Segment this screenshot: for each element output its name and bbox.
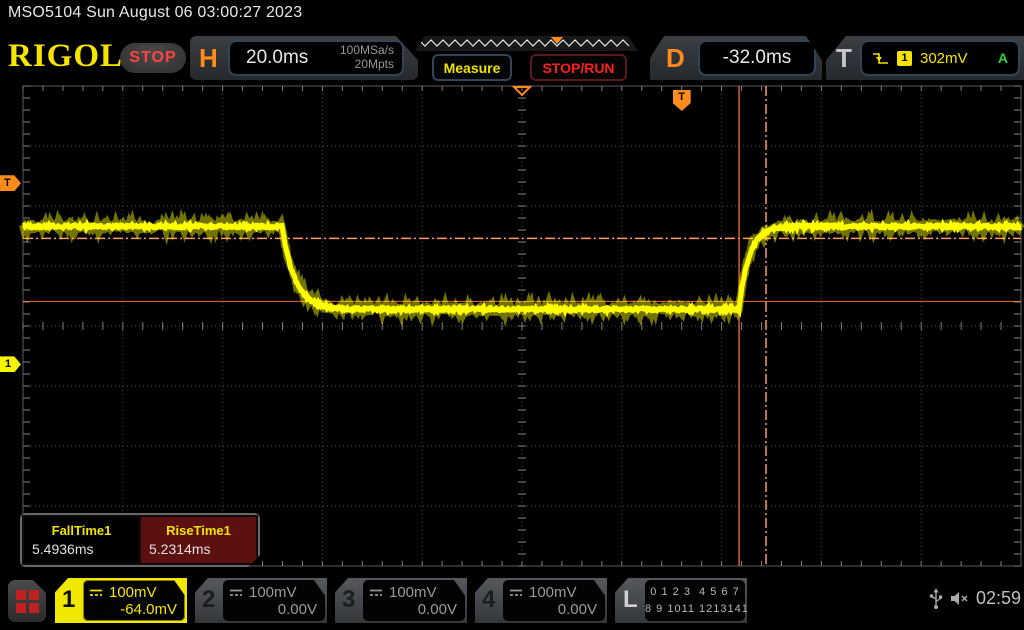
- channel-number: 2: [202, 586, 216, 613]
- delay-value: -32.0ms: [698, 40, 816, 76]
- channel-tab-4[interactable]: 4 100mV 0.00V: [475, 578, 607, 623]
- channel-offset: 0.00V: [277, 601, 317, 618]
- channel-menu-button[interactable]: [8, 580, 46, 622]
- menu-grid-icon: [16, 590, 39, 613]
- channel-scale: 100mV: [389, 584, 437, 601]
- speaker-muted-icon: [951, 592, 968, 605]
- horizontal-settings-button[interactable]: H 20.0ms 100MSa/s 20Mpts: [190, 36, 418, 80]
- acquisition-rates: 100MSa/s 20Mpts: [340, 44, 394, 72]
- logic-channel-list: 0 1 2 3 4 5 6 7 8 9 1011 12131415: [645, 580, 756, 621]
- usb-icon: [929, 588, 943, 609]
- channel-scale: 100mV: [529, 584, 577, 601]
- memory-position-bar[interactable]: [415, 36, 638, 51]
- falling-edge-icon: [873, 52, 888, 64]
- logic-label: L: [623, 586, 638, 613]
- memory-depth: 20Mpts: [354, 57, 394, 71]
- measurement-name: RiseTime1: [166, 523, 231, 538]
- memory-waveform-preview: [415, 36, 638, 51]
- channel-offset: 0.00V: [557, 601, 597, 618]
- measurement-falltime[interactable]: FallTime1 5.4936ms: [24, 517, 139, 563]
- channel-scale: 100mV: [249, 584, 297, 601]
- measurement-value: 5.4936ms: [32, 541, 94, 557]
- dc-coupling-icon: [229, 588, 244, 598]
- timebase-value: 20.0ms: [246, 47, 309, 68]
- dc-coupling-icon: [509, 588, 524, 598]
- trigger-label: T: [836, 43, 852, 73]
- clock: 02:59: [976, 588, 1022, 608]
- delay-label: D: [666, 43, 685, 73]
- waveform-display: [19, 85, 1024, 567]
- trigger-settings-button[interactable]: T 1 302mV A: [826, 36, 1024, 80]
- channel-number: 4: [482, 586, 496, 613]
- run-state-badge: STOP: [120, 43, 186, 73]
- delay-settings-button[interactable]: D -32.0ms: [650, 36, 822, 80]
- rigol-logo: RIGOL: [8, 38, 124, 74]
- measurement-results-box: FallTime1 5.4936ms RiseTime1 5.2314ms: [20, 513, 260, 567]
- channel-tab-1[interactable]: 1 100mV -64.0mV: [55, 578, 187, 623]
- dc-coupling-icon: [369, 588, 384, 598]
- trigger-level-value: 302mV: [920, 49, 968, 67]
- measurement-risetime[interactable]: RiseTime1 5.2314ms: [141, 517, 256, 563]
- channel-offset: -64.0mV: [120, 601, 177, 618]
- logic-row1: 0 1 2 3 4 5 6 7: [650, 586, 740, 598]
- channel-offset: 0.00V: [417, 601, 457, 618]
- dc-coupling-icon: [89, 588, 104, 598]
- channel-number: 1: [62, 586, 76, 613]
- channel-number: 3: [342, 586, 356, 613]
- logic-row2: 8 9 1011 12131415: [645, 602, 756, 615]
- channel-tab-2[interactable]: 2 100mV 0.00V: [195, 578, 327, 623]
- sample-rate: 100MSa/s: [339, 43, 394, 58]
- channel-scale: 100mV: [109, 584, 157, 601]
- stop-run-button[interactable]: STOP/RUN: [530, 54, 627, 81]
- measure-button[interactable]: Measure: [432, 54, 512, 81]
- horizontal-label: H: [199, 43, 218, 73]
- trigger-value-box: 1 302mV A: [860, 40, 1020, 76]
- measurement-name: FallTime1: [51, 523, 112, 538]
- trigger-sweep-mode: A: [997, 50, 1008, 66]
- trigger-source-badge: 1: [897, 50, 912, 66]
- timebase-value-box: 20.0ms 100MSa/s 20Mpts: [228, 40, 404, 76]
- measurement-value: 5.2314ms: [149, 541, 211, 557]
- window-title: MSO5104 Sun August 06 03:00:27 2023: [8, 4, 303, 21]
- channel-tab-3[interactable]: 3 100mV 0.00V: [335, 578, 467, 623]
- logic-channels-tab[interactable]: L 0 1 2 3 4 5 6 78 9 1011 12131415: [615, 578, 747, 623]
